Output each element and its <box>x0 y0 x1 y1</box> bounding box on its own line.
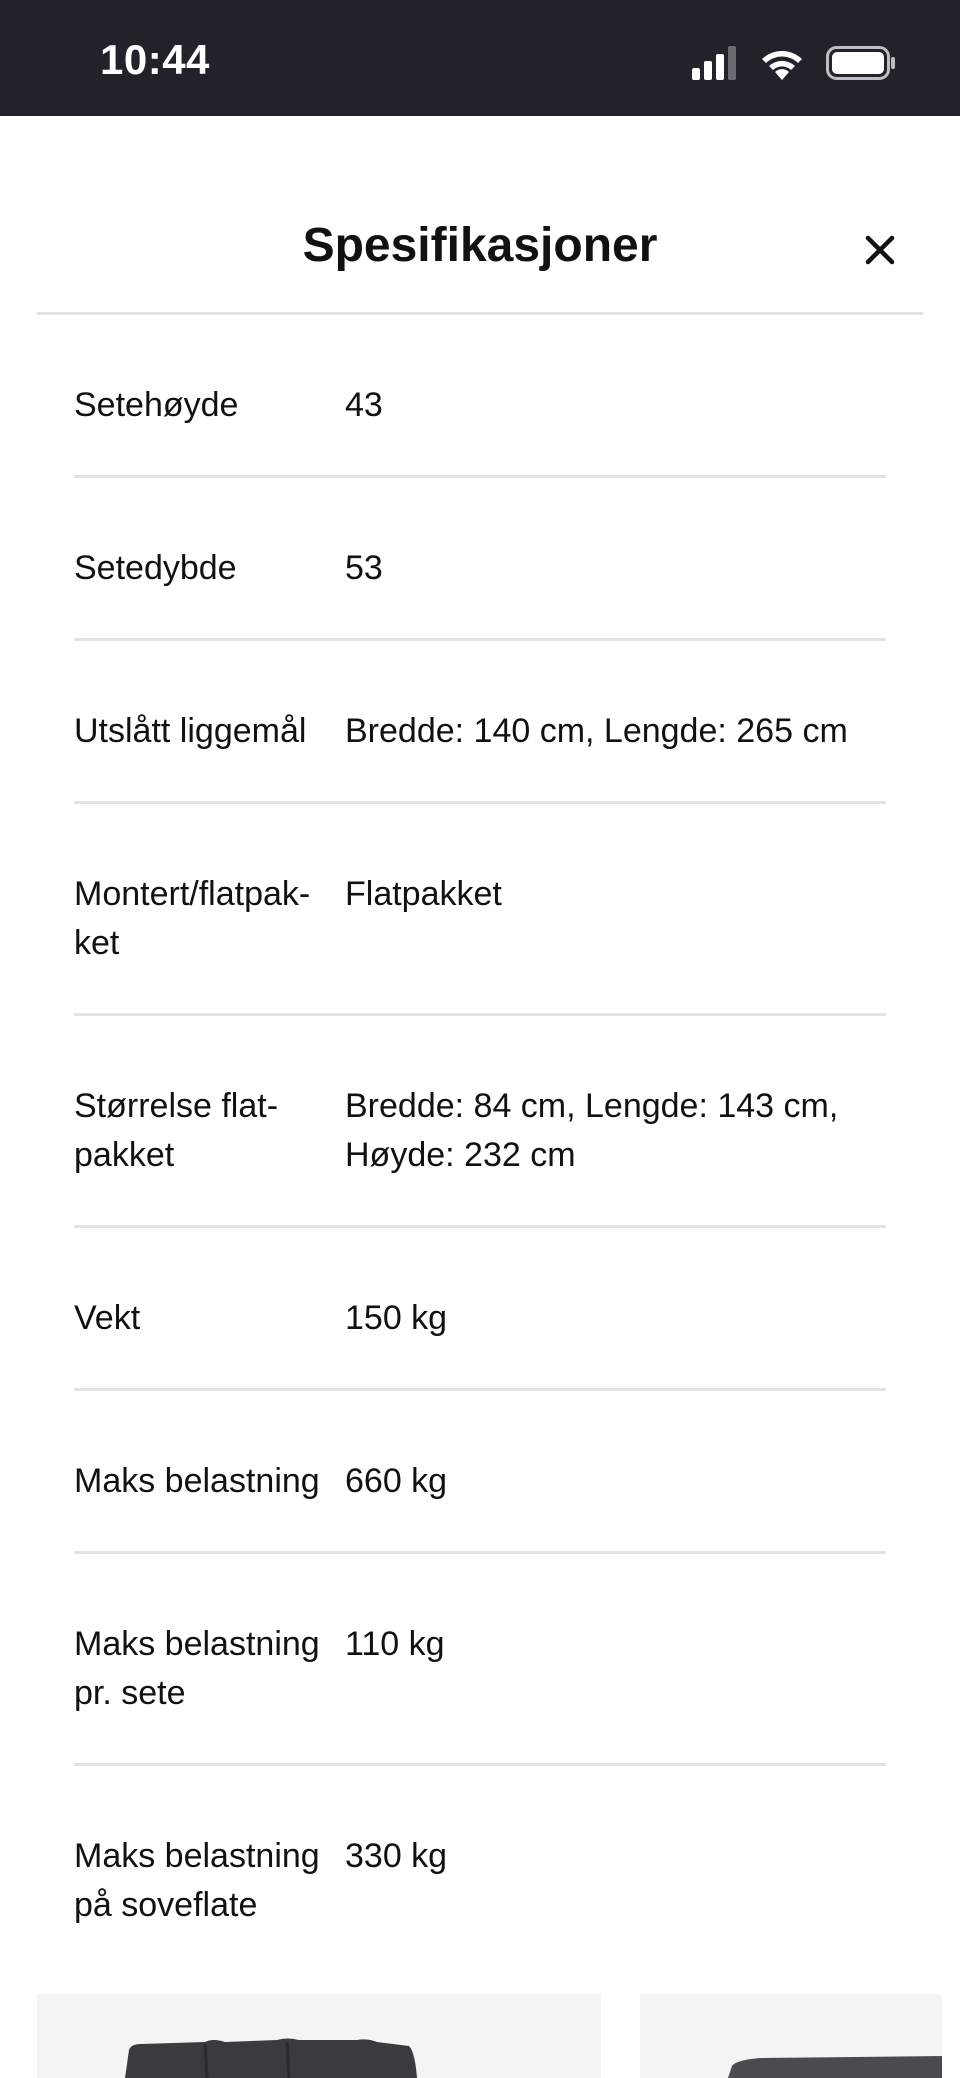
spec-value: 110 kg <box>345 1625 445 1663</box>
spec-row-maks-belastning-soveflate: Maks belastning på soveflate 330 kg <box>74 1766 886 1975</box>
spec-label: Maks belastning pr. sete <box>74 1625 320 1712</box>
spec-label: Vekt <box>74 1299 141 1337</box>
spec-list: Setehøyde 43 Setedybde 53 Utslått liggem… <box>74 315 886 1975</box>
spec-label: Maks belastning på soveflate <box>74 1837 320 1924</box>
spec-label: Maks belastning <box>74 1462 320 1500</box>
battery-icon <box>826 46 895 80</box>
spec-value: Bredde: 140 cm, Lengde: 265 cm <box>345 712 848 750</box>
product-image-card[interactable] <box>37 1994 601 2078</box>
spec-label: Montert/flatpak- ket <box>74 875 311 962</box>
spec-label: Setedybde <box>74 549 237 587</box>
signal-icon <box>692 46 736 80</box>
close-icon <box>865 235 895 265</box>
status-icons <box>692 46 896 80</box>
spec-label: Størrelse flat- pakket <box>74 1087 279 1174</box>
wifi-icon <box>762 51 802 80</box>
sheet-title: Spesifikasjoner <box>302 219 658 272</box>
spec-value: 150 kg <box>345 1299 448 1337</box>
spec-row-vekt: Vekt 150 kg <box>74 1228 886 1391</box>
sofa-image <box>728 2056 942 2078</box>
sofa-image <box>125 2038 417 2078</box>
close-button[interactable] <box>852 222 908 278</box>
spec-value: 330 kg <box>345 1837 448 1875</box>
spec-row-maks-belastning-sete: Maks belastning pr. sete 110 kg <box>74 1554 886 1766</box>
spec-label: Utslått liggemål <box>74 712 307 750</box>
status-bar: 10:44 <box>0 0 960 116</box>
spec-value: 660 kg <box>345 1462 448 1500</box>
spec-value: 43 <box>345 386 383 424</box>
product-image-card[interactable] <box>640 1994 942 2078</box>
spec-row-storrelse: Størrelse flat- pakket Bredde: 84 cm, Le… <box>74 1016 886 1228</box>
spec-row-setehoyde: Setehøyde 43 <box>74 315 886 478</box>
spec-row-liggemal: Utslått liggemål Bredde: 140 cm, Lengde:… <box>74 641 886 804</box>
spec-label: Setehøyde <box>74 386 239 424</box>
status-time: 10:44 <box>100 36 210 83</box>
spec-row-maks-belastning: Maks belastning 660 kg <box>74 1391 886 1554</box>
spec-row-montert: Montert/flatpak- ket Flatpakket <box>74 804 886 1016</box>
spec-row-setedybde: Setedybde 53 <box>74 478 886 641</box>
spec-value: 53 <box>345 549 383 587</box>
spec-value: Bredde: 84 cm, Lengde: 143 cm, Høyde: 23… <box>345 1087 839 1174</box>
spec-value: Flatpakket <box>345 875 502 913</box>
